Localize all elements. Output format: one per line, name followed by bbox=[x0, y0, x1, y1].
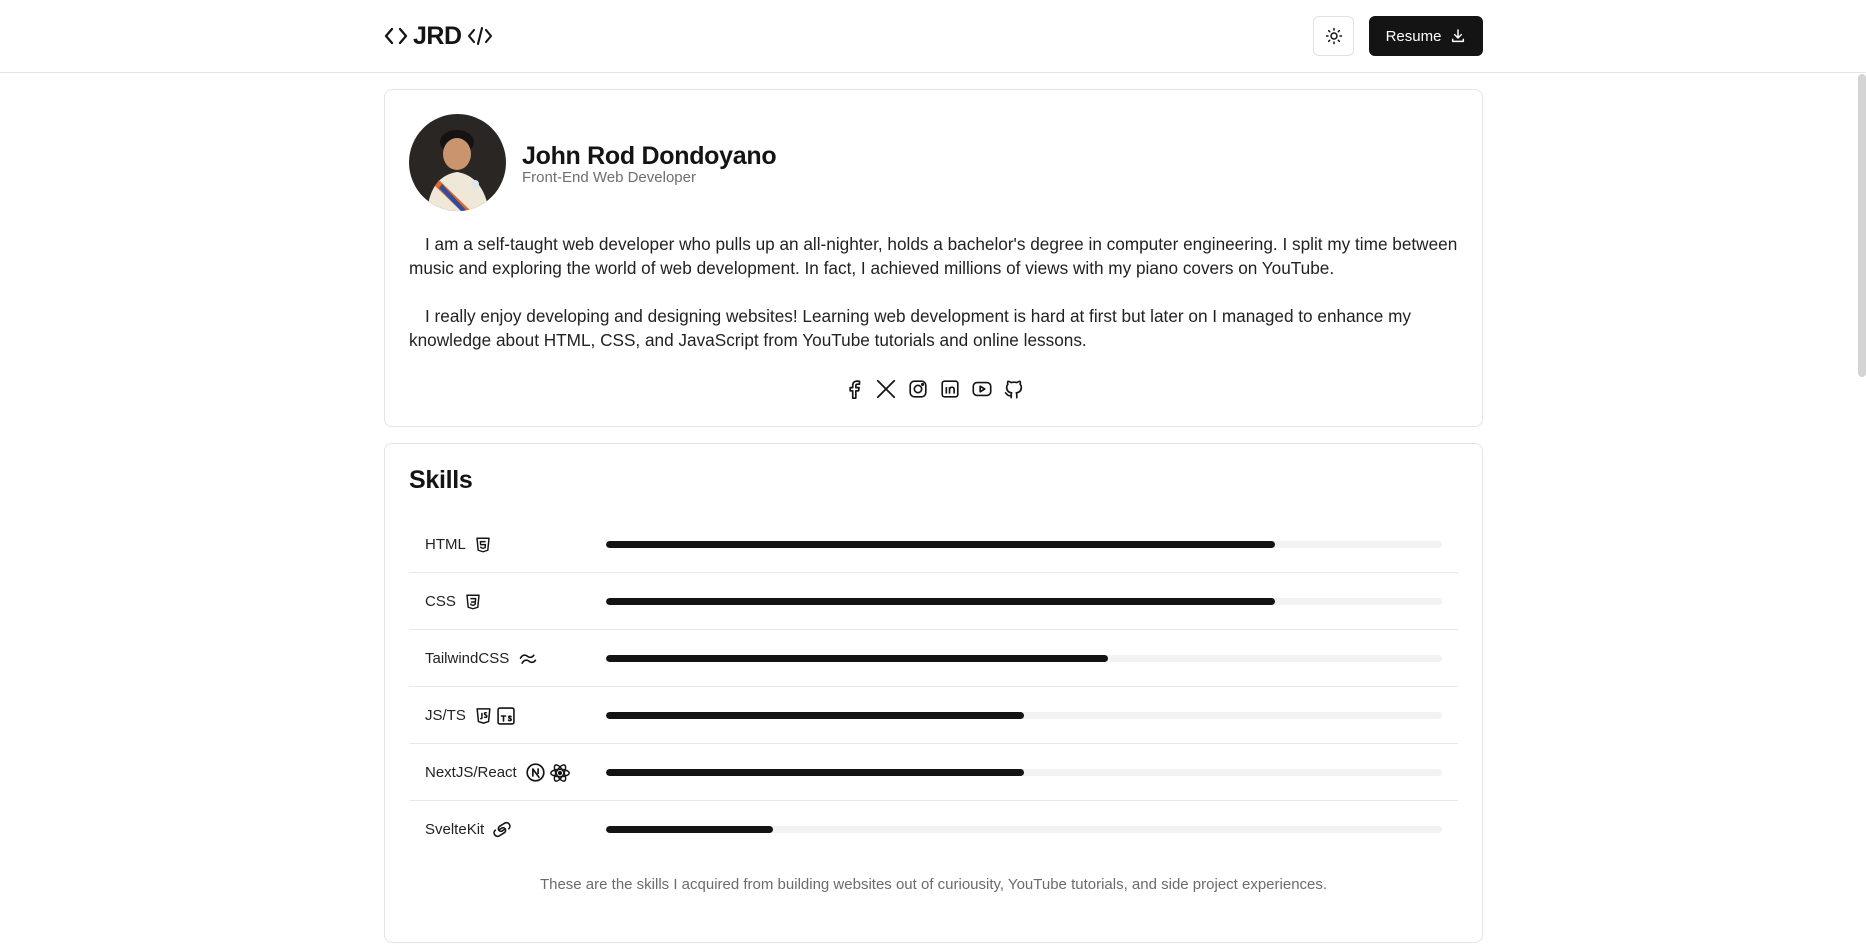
skill-label: CSS bbox=[425, 573, 482, 630]
skill-label: SvelteKit bbox=[425, 801, 512, 858]
github-icon[interactable] bbox=[1003, 378, 1025, 400]
skill-row: HTML bbox=[409, 516, 1458, 573]
skill-name: SvelteKit bbox=[425, 821, 485, 838]
code-slash-icon bbox=[467, 26, 492, 46]
skill-progress-fill bbox=[606, 769, 1024, 776]
skill-name: JS/TS bbox=[425, 707, 466, 724]
skill-progress-fill bbox=[606, 541, 1275, 548]
resume-label: Resume bbox=[1385, 27, 1442, 45]
social-links bbox=[385, 378, 1482, 400]
skill-row: CSS bbox=[409, 573, 1458, 630]
react-icon bbox=[549, 763, 570, 782]
skill-progress-fill bbox=[606, 655, 1108, 662]
skill-progress-fill bbox=[606, 598, 1275, 605]
profile-bio: I am a self-taught web developer who pul… bbox=[409, 232, 1459, 376]
bio-paragraph: I really enjoy developing and designing … bbox=[409, 306, 1412, 350]
profile-name: John Rod Dondoyano bbox=[522, 142, 777, 170]
skills-list: HTML CSS TailwindCSS JS/TS NextJS/React … bbox=[409, 516, 1458, 858]
profile-card: John Rod Dondoyano Front-End Web Develop… bbox=[384, 89, 1483, 427]
site-logo[interactable]: JRD bbox=[384, 20, 493, 52]
skill-progress-bar bbox=[606, 655, 1442, 662]
theme-toggle-button[interactable] bbox=[1313, 16, 1354, 56]
skill-progress-bar bbox=[606, 598, 1442, 605]
javascript-icon bbox=[476, 707, 491, 724]
logo-text: JRD bbox=[413, 21, 462, 50]
skill-name: TailwindCSS bbox=[425, 650, 510, 667]
skill-progress-bar bbox=[606, 712, 1442, 719]
facebook-icon[interactable] bbox=[843, 378, 865, 400]
youtube-icon[interactable] bbox=[971, 378, 993, 400]
nextjs-icon bbox=[526, 763, 545, 782]
instagram-icon[interactable] bbox=[907, 378, 929, 400]
skill-progress-fill bbox=[606, 826, 774, 833]
resume-download-button[interactable]: Resume bbox=[1369, 16, 1483, 56]
skill-progress-fill bbox=[606, 712, 1024, 719]
scrollbar-thumb[interactable] bbox=[1858, 74, 1866, 377]
skill-row: SvelteKit bbox=[409, 801, 1458, 858]
html5-icon bbox=[476, 537, 490, 552]
skill-row: JS/TS bbox=[409, 687, 1458, 744]
skill-label: JS/TS bbox=[425, 687, 516, 744]
svelte-icon bbox=[493, 821, 511, 838]
skills-card: Skills HTML CSS TailwindCSS JS/TS NextJS… bbox=[384, 443, 1483, 943]
skill-progress-bar bbox=[606, 769, 1442, 776]
skills-title: Skills bbox=[409, 466, 473, 494]
skill-row: NextJS/React bbox=[409, 744, 1458, 801]
skill-name: NextJS/React bbox=[425, 764, 517, 781]
skill-name: CSS bbox=[425, 593, 456, 610]
typescript-icon bbox=[497, 706, 515, 725]
skills-note: These are the skills I acquired from bui… bbox=[539, 876, 1328, 893]
skill-row: TailwindCSS bbox=[409, 630, 1458, 687]
linkedin-icon[interactable] bbox=[939, 378, 961, 400]
x-icon[interactable] bbox=[875, 378, 897, 400]
skill-label: NextJS/React bbox=[425, 744, 571, 801]
skill-label: HTML bbox=[425, 516, 492, 573]
skill-name: HTML bbox=[425, 536, 466, 553]
site-header: JRD Resume bbox=[0, 0, 1866, 73]
skill-label: TailwindCSS bbox=[425, 630, 539, 687]
download-icon bbox=[1452, 29, 1465, 43]
tailwind-icon bbox=[519, 653, 537, 664]
css3-icon bbox=[466, 594, 480, 609]
skill-progress-bar bbox=[606, 541, 1442, 548]
bio-paragraph: I am a self-taught web developer who pul… bbox=[409, 234, 1458, 278]
profile-role: Front-End Web Developer bbox=[522, 169, 696, 186]
skill-progress-bar bbox=[606, 826, 1442, 833]
avatar bbox=[409, 114, 506, 211]
sun-icon bbox=[1325, 27, 1342, 45]
code-brackets-icon bbox=[384, 27, 408, 45]
